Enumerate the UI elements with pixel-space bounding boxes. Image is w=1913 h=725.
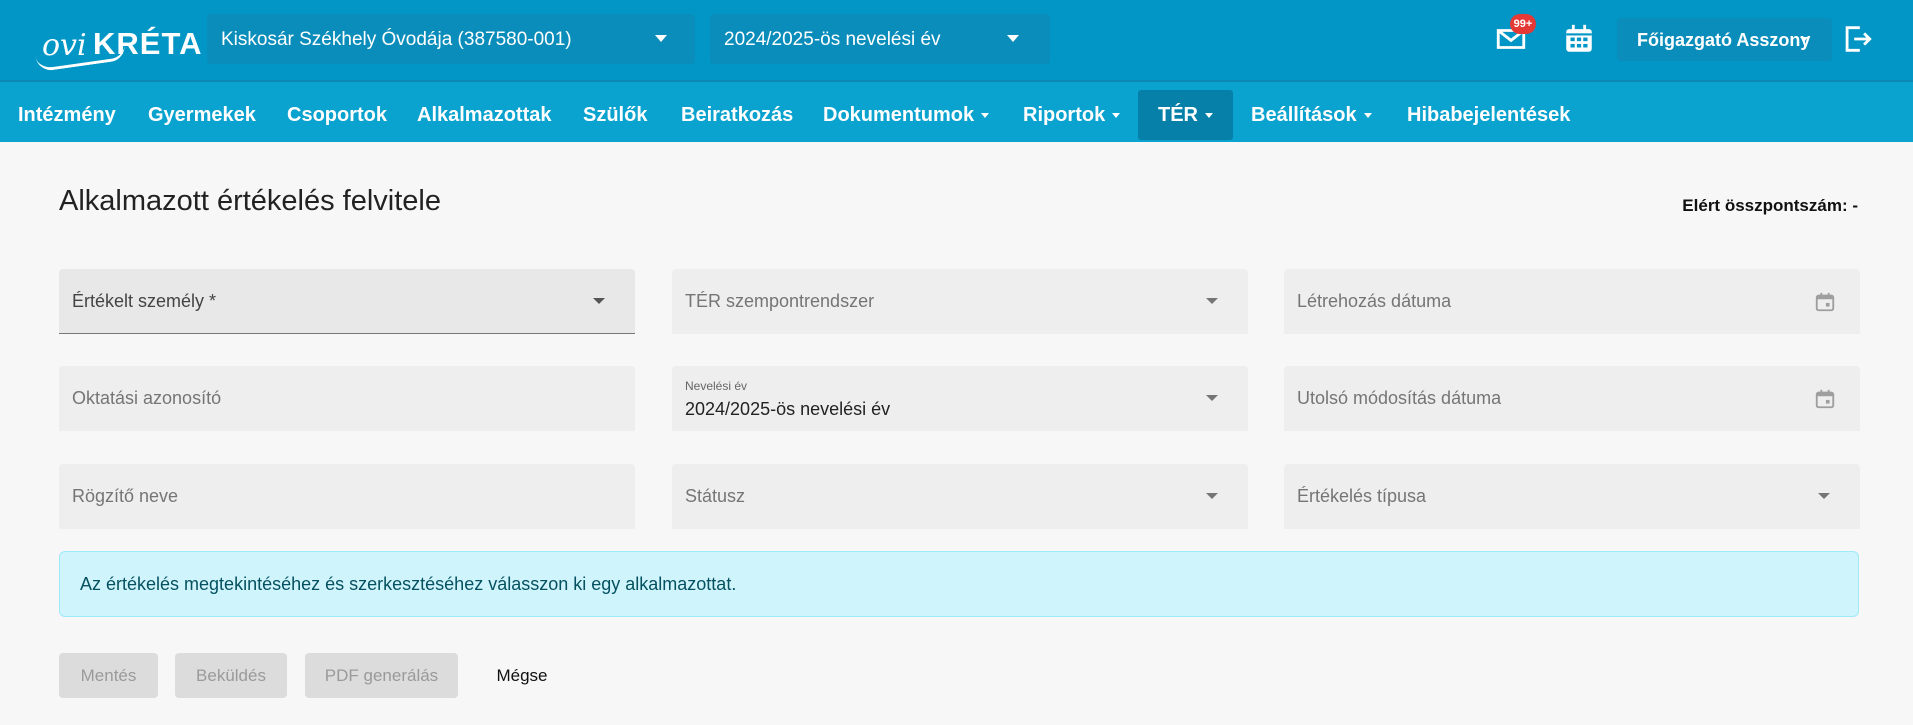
field-value: 2024/2025-ös nevelési év <box>685 399 891 419</box>
modified-date-field[interactable]: Utolsó módosítás dátuma <box>1284 366 1860 431</box>
save-button[interactable]: Mentés <box>59 653 158 698</box>
nav-item-dokumentumok[interactable]: Dokumentumok <box>823 90 990 140</box>
field-label: Státusz <box>685 486 746 506</box>
field-label: Létrehozás dátuma <box>1297 291 1452 311</box>
created-date-field[interactable]: Létrehozás dátuma <box>1284 269 1860 334</box>
field-label: Oktatási azonosító <box>72 388 222 408</box>
total-score: Elért összpontszám: - <box>1682 196 1858 215</box>
institution-select[interactable]: Kiskosár Székhely Óvodája (387580-001) <box>207 14 695 64</box>
info-alert-text: Az értékelés megtekintéséhez és szerkesz… <box>80 574 737 594</box>
education-id-field[interactable]: Oktatási azonosító <box>59 366 635 431</box>
nav-item-beallitasok[interactable]: Beállítások <box>1251 90 1372 140</box>
dropdown-arrow-icon <box>1206 298 1218 304</box>
logout-icon[interactable] <box>1840 22 1874 56</box>
chevron-down-icon <box>981 113 990 119</box>
nav-item-gyermekek[interactable]: Gyermekek <box>148 90 256 140</box>
nav-label: Riportok <box>1023 104 1106 126</box>
nav-item-csoportok[interactable]: Csoportok <box>287 90 387 140</box>
page-title: Alkalmazott értékelés felvitele <box>59 185 441 217</box>
dropdown-arrow-icon <box>593 298 605 304</box>
school-year-field[interactable]: Nevelési év 2024/2025-ös nevelési év <box>672 366 1248 431</box>
evaluated-person-select[interactable]: Értékelt személy * <box>59 269 635 334</box>
nav-label: Dokumentumok <box>823 104 975 126</box>
field-label: Rögzítő neve <box>72 486 179 506</box>
nav-item-riportok[interactable]: Riportok <box>1023 90 1121 140</box>
nav-item-szulok[interactable]: Szülők <box>583 90 647 140</box>
chevron-down-icon <box>1800 37 1808 42</box>
nav-item-hibabejelentesek[interactable]: Hibabejelentések <box>1407 90 1570 140</box>
cancel-button[interactable]: Mégse <box>482 653 562 698</box>
field-label: Utolsó módosítás dátuma <box>1297 388 1502 408</box>
info-alert: Az értékelés megtekintéséhez és szerkesz… <box>59 551 1859 617</box>
field-floating-label: Nevelési év <box>685 379 748 393</box>
chevron-down-icon <box>655 35 667 42</box>
school-year-select[interactable]: 2024/2025-ös nevelési év <box>710 14 1050 64</box>
institution-select-value: Kiskosár Székhely Óvodája (387580-001) <box>221 29 572 50</box>
main-navigation: Intézmény Gyermekek Csoportok Alkalmazot… <box>0 80 1913 142</box>
chevron-down-icon <box>1205 113 1213 119</box>
nav-label: TÉR <box>1158 104 1198 126</box>
field-label: Értékelt személy * <box>72 291 217 311</box>
nav-label: Hibabejelentések <box>1407 104 1571 126</box>
nav-label: Gyermekek <box>148 104 256 126</box>
calendar-icon[interactable] <box>1814 388 1836 410</box>
nav-item-intezmeny[interactable]: Intézmény <box>18 90 116 140</box>
dropdown-arrow-icon <box>1206 395 1218 401</box>
nav-label: Beállítások <box>1251 104 1357 126</box>
nav-item-beiratkozas[interactable]: Beiratkozás <box>681 90 793 140</box>
notification-badge: 99+ <box>1510 14 1536 34</box>
nav-label: Beiratkozás <box>681 104 794 126</box>
pdf-generate-button[interactable]: PDF generálás <box>305 653 458 698</box>
nav-item-ter[interactable]: TÉR <box>1138 90 1233 140</box>
recorder-name-field[interactable]: Rögzítő neve <box>59 464 635 529</box>
dropdown-arrow-icon <box>1818 493 1830 499</box>
chevron-down-icon <box>1363 113 1372 119</box>
ter-system-select[interactable]: TÉR szempontrendszer <box>672 269 1248 334</box>
user-name: Főigazgató Asszony <box>1637 30 1811 50</box>
field-label: TÉR szempontrendszer <box>685 291 875 311</box>
school-year-select-value: 2024/2025-ös nevelési év <box>724 29 941 50</box>
nav-label: Alkalmazottak <box>417 104 552 126</box>
dropdown-arrow-icon <box>1206 493 1218 499</box>
send-button[interactable]: Beküldés <box>175 653 287 698</box>
nav-label: Csoportok <box>287 104 387 126</box>
nav-label: Szülők <box>583 104 648 126</box>
chevron-down-icon <box>1007 35 1019 42</box>
user-menu[interactable]: Főigazgató Asszony <box>1617 18 1832 61</box>
top-header: ovi KRÉTA Kiskosár Székhely Óvodája (387… <box>0 0 1913 80</box>
field-label: Értékelés típusa <box>1297 486 1427 506</box>
ovi-kreta-logo[interactable]: ovi KRÉTA <box>35 12 201 73</box>
nav-item-alkalmazottak[interactable]: Alkalmazottak <box>417 90 552 140</box>
status-select[interactable]: Státusz <box>672 464 1248 529</box>
evaluation-type-select[interactable]: Értékelés típusa <box>1284 464 1860 529</box>
calendar-icon[interactable] <box>1562 22 1596 56</box>
calendar-icon[interactable] <box>1814 291 1836 313</box>
nav-label: Intézmény <box>18 104 116 126</box>
chevron-down-icon <box>1112 113 1121 119</box>
